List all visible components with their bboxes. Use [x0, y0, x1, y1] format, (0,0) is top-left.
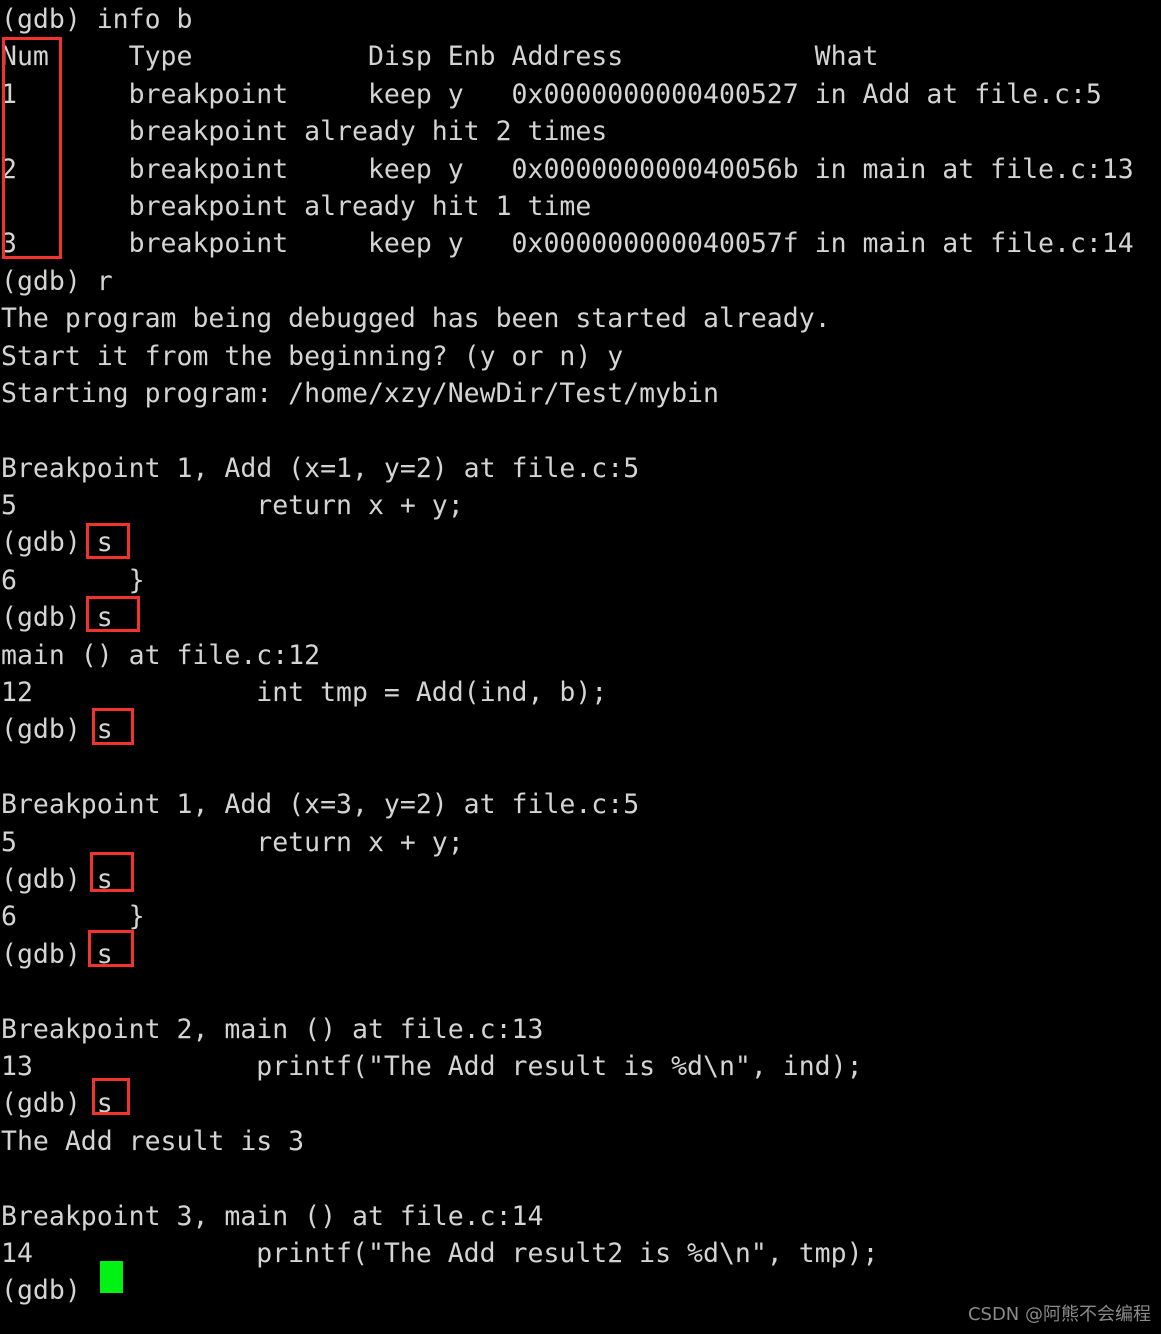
terminal-line: Breakpoint 1, Add (x=1, y=2) at file.c:5 [1, 452, 640, 484]
terminal-line: The Add result is 3 [1, 1125, 305, 1157]
terminal-line: 14 printf("The Add result2 is %d\n", tmp… [1, 1237, 879, 1269]
terminal-line: Breakpoint 1, Add (x=3, y=2) at file.c:5 [1, 789, 640, 821]
text-cursor-block [100, 1261, 123, 1293]
terminal-line: breakpoint already hit 1 time [1, 190, 592, 222]
terminal-line: Breakpoint 2, main () at file.c:13 [1, 1013, 544, 1045]
terminal-line: 5 return x + y; [1, 826, 464, 858]
terminal-line: 1 breakpoint keep y 0x0000000000400527 i… [1, 78, 1102, 110]
terminal-line: (gdb) s [1, 714, 113, 746]
terminal-line: 13 printf("The Add result is %d\n", ind)… [1, 1050, 863, 1082]
terminal-line: (gdb) s [1, 602, 113, 634]
terminal-line: Breakpoint 3, main () at file.c:14 [1, 1200, 544, 1232]
terminal-output-area[interactable]: (gdb) info b Num Type Disp Enb Address W… [0, 0, 1161, 1310]
gdb-terminal-window[interactable]: (gdb) info b Num Type Disp Enb Address W… [0, 0, 1161, 1334]
terminal-line: (gdb) s [1, 938, 113, 970]
terminal-line: main () at file.c:12 [1, 639, 321, 671]
csdn-watermark: CSDN @阿熊不会编程 [967, 1304, 1151, 1325]
terminal-line: (gdb) s [1, 1088, 113, 1120]
terminal-line: 6 } [1, 901, 145, 933]
terminal-line: 5 return x + y; [1, 490, 464, 522]
terminal-line: 12 int tmp = Add(ind, b); [1, 677, 608, 709]
terminal-line: (gdb) r [1, 265, 113, 297]
terminal-line: Num Type Disp Enb Address What [1, 41, 879, 73]
terminal-line: The program being debugged has been star… [1, 303, 831, 335]
terminal-line: (gdb) s [1, 527, 113, 559]
terminal-line: Starting program: /home/xzy/NewDir/Test/… [1, 377, 719, 409]
terminal-line: 2 breakpoint keep y 0x000000000040056b i… [1, 153, 1134, 185]
terminal-line: Start it from the beginning? (y or n) y [1, 340, 624, 372]
terminal-line: breakpoint already hit 2 times [1, 116, 608, 148]
terminal-line: (gdb) s [1, 863, 113, 895]
terminal-line: (gdb) info b [1, 4, 193, 35]
terminal-line: 6 } [1, 564, 145, 596]
terminal-line: 3 breakpoint keep y 0x000000000040057f i… [1, 228, 1134, 260]
